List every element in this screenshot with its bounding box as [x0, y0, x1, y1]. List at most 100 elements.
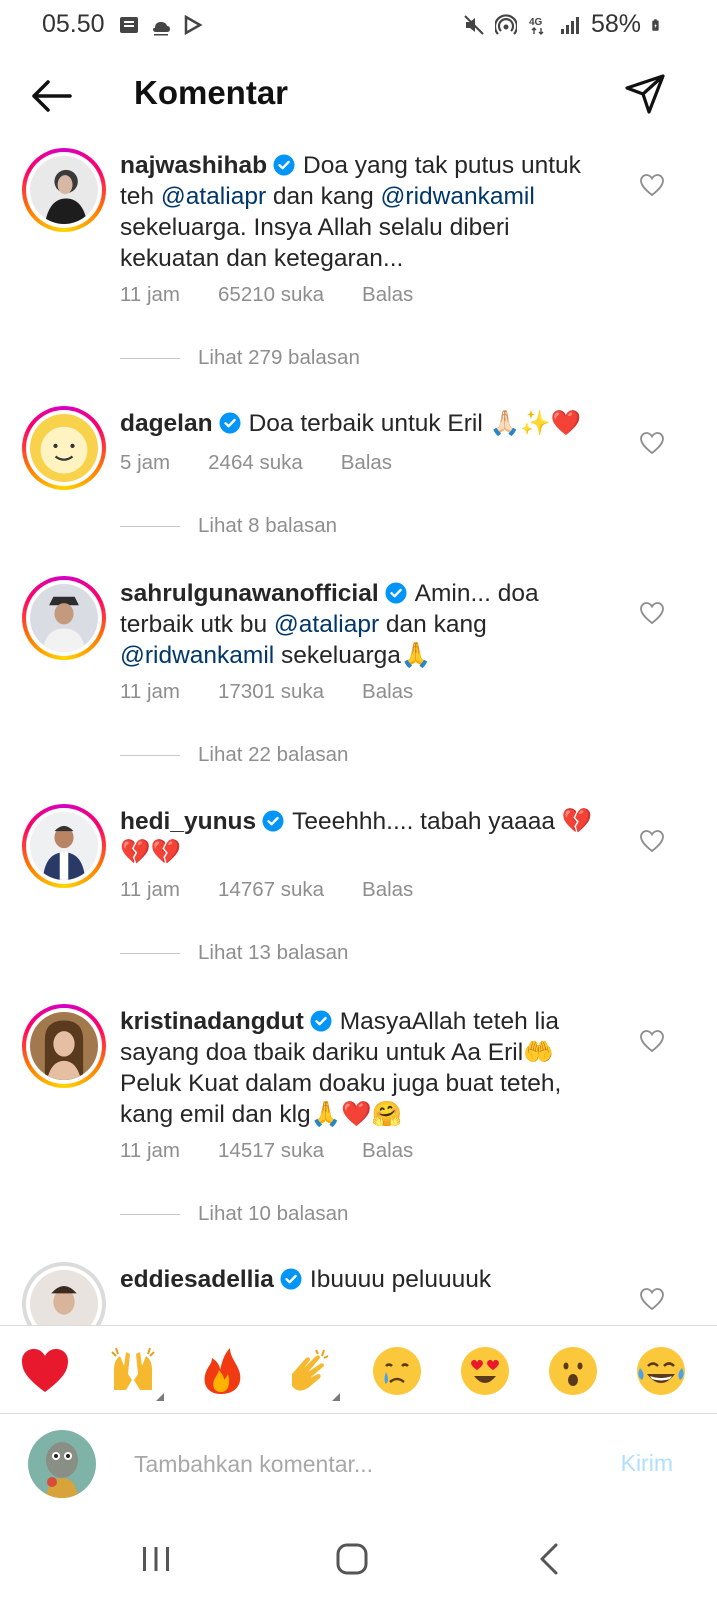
surprised-face-emoji-icon[interactable] [546, 1344, 600, 1398]
replies-divider [120, 525, 180, 527]
avatar-photo [30, 414, 98, 482]
signal-icon [560, 16, 579, 34]
comment-username[interactable]: eddiesadellia [120, 1266, 274, 1293]
comment-body: kristinadangdut MasyaAllah teteh lia saya… [120, 1006, 615, 1130]
like-heart-icon[interactable] [639, 431, 665, 455]
system-nav-bar [0, 1523, 717, 1600]
comment-input[interactable] [134, 1442, 574, 1486]
comments-header: Komentar [0, 52, 717, 142]
4g-icon: 4G [529, 17, 544, 35]
heart-eyes-emoji-icon[interactable] [458, 1344, 512, 1398]
mute-icon [464, 14, 484, 35]
comment-body: eddiesadellia Ibuuuu peluuuuk [120, 1264, 615, 1295]
avatar-photo [30, 812, 98, 880]
like-heart-icon[interactable] [639, 173, 665, 197]
comment-likes[interactable]: 65210 suka [218, 283, 324, 307]
hotspot-icon [494, 13, 517, 35]
view-replies-button[interactable]: Lihat 22 balasan [120, 743, 348, 767]
reply-button[interactable]: Balas [362, 878, 413, 902]
recents-icon[interactable] [136, 1539, 176, 1579]
like-heart-icon[interactable] [639, 1287, 665, 1311]
comment-likes[interactable]: 14517 suka [218, 1139, 324, 1163]
page-title: Komentar [134, 74, 289, 111]
status-bar: 05.50 4G 58% [0, 0, 717, 52]
post-comment-button[interactable]: Kirim [621, 1450, 673, 1477]
reply-button[interactable]: Balas [341, 451, 392, 475]
view-replies-button[interactable]: Lihat 13 balasan [120, 941, 348, 965]
battery-percent: 58% [590, 10, 641, 38]
replies-divider [120, 357, 180, 359]
status-left-icons [118, 14, 204, 36]
comment-text: dan kang [379, 611, 487, 638]
fire-emoji-icon[interactable] [194, 1344, 248, 1398]
tears-of-joy-emoji-icon[interactable] [634, 1344, 688, 1398]
like-heart-icon[interactable] [639, 829, 665, 853]
raising-hands-emoji-icon[interactable] [106, 1344, 160, 1398]
crying-face-emoji-icon[interactable] [370, 1344, 424, 1398]
arrow-left-icon[interactable] [28, 76, 74, 116]
home-icon[interactable] [332, 1539, 372, 1579]
view-replies-button[interactable]: Lihat 10 balasan [120, 1202, 348, 1226]
avatar[interactable] [22, 1262, 106, 1325]
avatar[interactable] [22, 1004, 106, 1088]
mention-link[interactable]: @ridwankamil [120, 642, 274, 669]
weather-icon [153, 22, 170, 36]
comment-username[interactable]: najwashihab [120, 152, 267, 179]
comment-body: najwashihab Doa yang tak putus untuk teh … [120, 150, 615, 274]
replies-divider [120, 1213, 180, 1215]
mention-link[interactable]: @ridwankamil [381, 183, 535, 210]
comment-time: 5 jam [120, 451, 171, 474]
skin-tone-indicator [156, 1393, 164, 1401]
avatar[interactable] [22, 406, 106, 490]
comment-likes[interactable]: 2464 suka [208, 451, 303, 475]
reply-button[interactable]: Balas [362, 283, 413, 307]
avatar[interactable] [22, 148, 106, 232]
play-store-icon [184, 14, 203, 36]
replies-divider [120, 952, 180, 954]
view-replies-label[interactable]: Lihat 22 balasan [198, 743, 348, 767]
comment-username[interactable]: kristinadangdut [120, 1008, 304, 1035]
avatar-photo [30, 1012, 98, 1080]
comment-body: sahrulgunawanofficial Amin... doa terbaik… [120, 578, 615, 671]
verified-badge-icon [310, 1010, 332, 1032]
comment-body: dagelan Doa terbaik untuk Eril 🙏🏻✨❤️ [120, 408, 615, 439]
comment-username[interactable]: hedi_yunus [120, 808, 256, 835]
view-replies-label[interactable]: Lihat 13 balasan [198, 941, 348, 965]
svg-text:4G: 4G [529, 17, 543, 28]
mention-link[interactable]: @ataliapr [161, 183, 266, 210]
view-replies-label[interactable]: Lihat 279 balasan [198, 346, 360, 370]
battery-icon [652, 18, 659, 31]
avatar-photo [30, 1270, 98, 1325]
view-replies-label[interactable]: Lihat 8 balasan [198, 514, 337, 538]
direct-send-icon[interactable] [623, 72, 667, 116]
like-heart-icon[interactable] [639, 601, 665, 625]
comment-username[interactable]: dagelan [120, 410, 213, 437]
current-user-avatar [28, 1430, 96, 1498]
comment-time: 11 jam [120, 1139, 181, 1162]
view-replies-button[interactable]: Lihat 279 balasan [120, 346, 360, 370]
like-heart-icon[interactable] [639, 1029, 665, 1053]
comment-list[interactable]: najwashihab Doa yang tak putus untuk teh … [0, 142, 717, 1325]
verified-badge-icon [273, 154, 295, 176]
red-heart-emoji-icon[interactable] [18, 1344, 72, 1398]
comment-time: 11 jam [120, 283, 181, 306]
clapping-hands-emoji-icon[interactable] [282, 1344, 336, 1398]
skin-tone-indicator [332, 1393, 340, 1401]
avatar[interactable] [22, 804, 106, 888]
view-replies-button[interactable]: Lihat 8 balasan [120, 514, 337, 538]
comment-likes[interactable]: 17301 suka [218, 680, 324, 704]
avatar[interactable] [22, 576, 106, 660]
comment-meta: 11 jam 14517 suka Balas [120, 1139, 451, 1163]
comment-text: dan kang [266, 183, 381, 210]
back-icon[interactable] [530, 1539, 570, 1579]
reply-button[interactable]: Balas [362, 1139, 413, 1163]
comment-meta: 11 jam 65210 suka Balas [120, 283, 451, 307]
view-replies-label[interactable]: Lihat 10 balasan [198, 1202, 348, 1226]
verified-badge-icon [262, 810, 284, 832]
reply-button[interactable]: Balas [362, 680, 413, 704]
mention-link[interactable]: @ataliapr [274, 611, 379, 638]
verified-badge-icon [219, 412, 241, 434]
comment-username[interactable]: sahrulgunawanofficial [120, 580, 379, 607]
emoji-quick-bar [0, 1325, 717, 1413]
comment-likes[interactable]: 14767 suka [218, 878, 324, 902]
